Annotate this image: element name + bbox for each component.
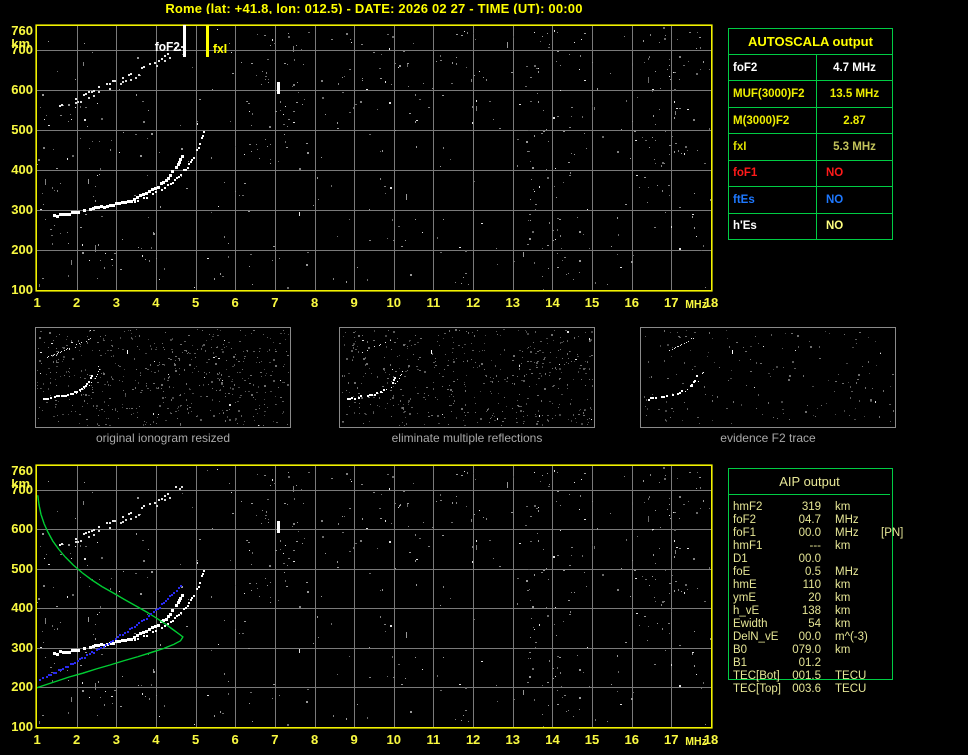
aip-row: foF1 00.0 MHz [PN] bbox=[733, 527, 968, 540]
aip-unit: km bbox=[835, 644, 851, 656]
aip-unit: km bbox=[835, 605, 851, 617]
autoscala-param-value: 2.87 bbox=[843, 114, 866, 127]
aip-value: 001.5 bbox=[792, 670, 821, 682]
aip-value: 00.0 bbox=[798, 527, 821, 539]
aip-label: foF1 bbox=[733, 527, 757, 539]
aip-label: B1 bbox=[733, 657, 748, 669]
aip-label: h_vE bbox=[733, 605, 760, 617]
aip-row: foE 0.5 MHz bbox=[733, 566, 968, 579]
aip-label: B0 bbox=[733, 644, 748, 656]
aip-unit bbox=[835, 553, 879, 566]
autoscala-row: ftEs NO bbox=[729, 186, 892, 213]
aip-unit: MHz bbox=[835, 527, 859, 539]
autoscala-param-label: foF2 bbox=[729, 55, 817, 81]
top-ionogram-chart bbox=[0, 14, 725, 314]
aip-row: TEC[Top] 003.6 TECU bbox=[733, 683, 968, 696]
autoscala-row: foF2 4.7 MHz bbox=[729, 54, 892, 81]
aip-unit: km bbox=[835, 579, 851, 591]
aip-row: h_vE 138 km bbox=[733, 605, 968, 618]
autoscala-table-title: AUTOSCALA output bbox=[748, 34, 873, 49]
aip-row: B1 01.2 bbox=[733, 657, 968, 670]
aip-row: B0 079.0 km bbox=[733, 644, 968, 657]
autoscala-param-value: NO bbox=[826, 193, 844, 206]
autoscala-param-value: NO bbox=[826, 167, 844, 180]
aip-unit: TECU bbox=[835, 670, 867, 682]
aip-row: foF2 04.7 MHz bbox=[733, 514, 968, 527]
aip-label: D1 bbox=[733, 553, 748, 565]
aip-value: 0.5 bbox=[805, 566, 821, 578]
autoscala-param-value: 13.5 MHz bbox=[829, 88, 880, 101]
autoscala-param-label: foF1 bbox=[729, 160, 817, 187]
autoscala-param-label: h'Es bbox=[729, 213, 817, 239]
autoscala-param-value: 5.3 MHz bbox=[833, 140, 876, 153]
aip-row: Ewidth 54 km bbox=[733, 618, 968, 631]
aip-value: --- bbox=[809, 540, 822, 552]
autoscala-row: MUF(3000)F2 13.5 MHz bbox=[729, 80, 892, 107]
aip-unit: MHz bbox=[835, 566, 859, 578]
aip-table-title: AIP output bbox=[779, 474, 840, 489]
aip-value: 138 bbox=[801, 605, 821, 617]
aip-value: 079.0 bbox=[792, 644, 821, 656]
aip-unit: TECU bbox=[835, 683, 867, 695]
panel-caption-evidence: evidence F2 trace bbox=[720, 431, 816, 445]
aip-unit: km bbox=[835, 592, 851, 604]
aip-value: 54 bbox=[808, 618, 821, 630]
aip-value: 319 bbox=[801, 501, 821, 513]
aip-value: 01.2 bbox=[798, 657, 821, 669]
aip-title-separator bbox=[729, 494, 890, 495]
aip-label: foE bbox=[733, 566, 751, 578]
aip-row: TEC[Bot] 001.5 TECU bbox=[733, 670, 968, 683]
aip-label: TEC[Top] bbox=[733, 683, 781, 695]
aip-value: 00.0 bbox=[798, 631, 821, 643]
autoscala-row: foF1 NO bbox=[729, 159, 892, 187]
aip-row: DelN_vE 00.0 m^(-3) bbox=[733, 631, 968, 644]
aip-label: Ewidth bbox=[733, 618, 768, 630]
aip-value: 20 bbox=[808, 592, 821, 604]
aip-unit bbox=[835, 657, 879, 670]
aip-unit: km bbox=[835, 618, 851, 630]
autoscala-param-label: ftEs bbox=[729, 187, 817, 213]
autoscala-param-label: fxI bbox=[729, 134, 817, 160]
aip-unit: m^(-3) bbox=[835, 631, 868, 643]
aip-value: 04.7 bbox=[798, 514, 821, 526]
autoscala-param-label: MUF(3000)F2 bbox=[729, 81, 817, 107]
panel-eliminate-reflections bbox=[339, 327, 595, 428]
panel-caption-eliminate: eliminate multiple reflections bbox=[391, 431, 543, 445]
aip-rows: hmF2 319 km foF2 04.7 MHz foF1 00.0 MHz [PN] hmF1 -… bbox=[733, 501, 968, 696]
aip-label: foF2 bbox=[733, 514, 757, 526]
aip-value: 00.0 bbox=[798, 553, 821, 565]
aip-label: TEC[Bot] bbox=[733, 670, 780, 682]
autoscala-param-value: 4.7 MHz bbox=[833, 61, 876, 74]
autoscala-param-value: NO bbox=[826, 220, 844, 233]
aip-row: D1 00.0 bbox=[733, 553, 968, 566]
autoscala-row: M(3000)F2 2.87 bbox=[729, 106, 892, 134]
aip-row: hmF1 --- km bbox=[733, 540, 968, 553]
bottom-ionogram-chart bbox=[0, 452, 725, 755]
aip-row: hmF2 319 km bbox=[733, 501, 968, 514]
panel-original-ionogram bbox=[35, 327, 291, 428]
aip-label: hmE bbox=[733, 579, 757, 591]
panel-evidence-f2 bbox=[640, 327, 896, 428]
aip-value: 110 bbox=[802, 579, 821, 591]
aip-row: hmE 110 km bbox=[733, 579, 968, 592]
autoscala-output-table: AUTOSCALA output foF2 4.7 MHz MUF(3000)F2 1… bbox=[728, 28, 893, 240]
aip-label: ymE bbox=[733, 592, 756, 604]
autoscala-row: fxI 5.3 MHz bbox=[729, 133, 892, 160]
aip-unit: km bbox=[835, 540, 851, 552]
aip-row: ymE 20 km bbox=[733, 592, 968, 605]
aip-label: DelN_vE bbox=[733, 631, 779, 643]
autoscala-row: h'Es NO bbox=[729, 212, 892, 239]
aip-value: 003.6 bbox=[792, 683, 821, 695]
autoscala-param-label: M(3000)F2 bbox=[729, 107, 817, 134]
aip-unit: MHz bbox=[835, 514, 859, 526]
aip-extra: [PN] bbox=[881, 527, 904, 539]
aip-unit: km bbox=[835, 501, 851, 513]
aip-label: hmF1 bbox=[733, 540, 763, 552]
aip-label: hmF2 bbox=[733, 501, 763, 513]
panel-caption-original: original ionogram resized bbox=[95, 431, 231, 445]
autoscala-ionogram-screen: { "header": { "title": "Rome (lat: +41.8… bbox=[0, 0, 968, 755]
